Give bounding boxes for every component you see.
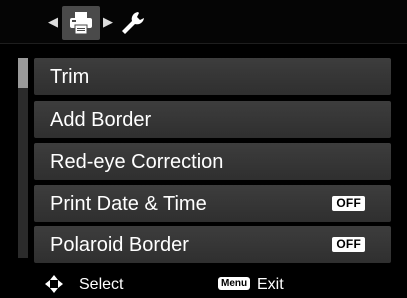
menu-item-red-eye-correction[interactable]: Red-eye Correction: [34, 143, 391, 180]
status-badge: OFF: [332, 196, 365, 211]
tab-bar: ◀ ▶: [0, 0, 407, 44]
camera-menu-screen: ◀ ▶ Trim Add Border Red-eye Correction P…: [0, 0, 407, 298]
scrollbar-thumb[interactable]: [18, 58, 28, 88]
scrollbar[interactable]: [18, 58, 28, 258]
exit-hint-label: Exit: [257, 276, 284, 293]
dpad-icon: [44, 274, 64, 294]
tab-left-arrow-icon[interactable]: ◀: [48, 12, 58, 32]
status-badge: OFF: [332, 237, 365, 252]
menu-item-label: Print Date & Time: [50, 193, 207, 215]
printer-icon: [70, 12, 92, 34]
tab-print[interactable]: [62, 6, 100, 40]
menu-item-add-border[interactable]: Add Border: [34, 101, 391, 138]
wrench-icon: [122, 12, 144, 34]
menu-key-badge: Menu: [218, 277, 251, 290]
footer-hints: Select Menu Exit: [0, 271, 407, 298]
tab-right-arrow-icon[interactable]: ▶: [103, 12, 113, 32]
menu-item-print-date-time[interactable]: Print Date & Time OFF: [34, 185, 391, 222]
menu-item-label: Polaroid Border: [50, 234, 189, 256]
select-hint-label: Select: [79, 276, 124, 293]
tab-divider: [0, 43, 407, 44]
menu-item-label: Add Border: [50, 109, 152, 131]
menu-item-label: Red-eye Correction: [50, 151, 224, 173]
tab-setup[interactable]: [118, 8, 148, 38]
menu-list: Trim Add Border Red-eye Correction Print…: [0, 48, 407, 263]
menu-item-trim[interactable]: Trim: [34, 58, 391, 95]
menu-item-label: Trim: [50, 66, 90, 88]
menu-item-polaroid-border[interactable]: Polaroid Border OFF: [34, 226, 391, 263]
